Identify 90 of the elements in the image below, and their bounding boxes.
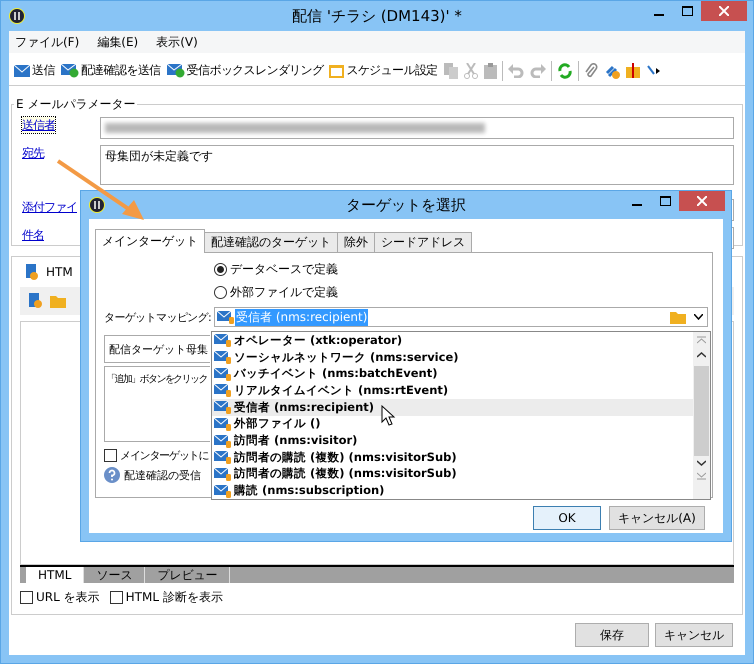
- cancel-button[interactable]: キャンセル: [655, 623, 733, 647]
- window-title: 配信 'チラシ (DM143)' *: [292, 6, 462, 26]
- selected-value: 受信者 (nms:recipient): [235, 308, 368, 326]
- toolbar-button[interactable]: 受信ボックスレンダリング: [166, 58, 324, 82]
- radio-label: データベースで定義: [230, 261, 338, 278]
- redo-icon: [530, 64, 546, 78]
- envelope-check-icon: [166, 64, 185, 78]
- maximize-icon: [660, 196, 670, 206]
- population-label: 配信ターゲット母集: [109, 342, 208, 356]
- mail-database-icon: [214, 366, 232, 381]
- editor-mode-tab[interactable]: HTML: [26, 567, 84, 583]
- scroll-bottom-icon[interactable]: [697, 472, 706, 480]
- field-value: 母集団が未定義です: [105, 148, 213, 165]
- radio-label: 外部ファイルで定義: [230, 284, 338, 301]
- field-label-link[interactable]: 件名: [22, 227, 44, 243]
- menu-item[interactable]: ファイル(F): [15, 34, 80, 50]
- mail-database-icon: [214, 400, 232, 414]
- field-label-link[interactable]: 送信者: [22, 117, 55, 133]
- toolbar-button[interactable]: 送信: [13, 58, 56, 82]
- chevron-down-icon: [694, 314, 703, 320]
- copy-icon: [444, 62, 458, 78]
- save-button[interactable]: 保存: [575, 623, 649, 647]
- dropdown-item[interactable]: 受信者 (nms:recipient): [212, 398, 693, 416]
- dialog-title: ターゲットを選択: [346, 196, 466, 214]
- more-icon: [646, 64, 660, 78]
- help-icon: [104, 467, 120, 483]
- minimize-icon: [632, 204, 642, 206]
- maximize-icon: [682, 6, 692, 16]
- editor-tab[interactable]: HTM: [46, 265, 73, 279]
- app-logo-icon: [89, 197, 105, 213]
- close-button[interactable]: [679, 191, 725, 211]
- checkbox-label: HTML 診断を表示: [126, 589, 223, 606]
- scrollbar[interactable]: [693, 332, 710, 499]
- close-icon: [697, 196, 707, 206]
- field-label-link[interactable]: 添付ファイ: [22, 199, 77, 215]
- undo-icon: [508, 64, 524, 78]
- clipboard-icon: [484, 62, 497, 78]
- scroll-top-icon[interactable]: [697, 336, 706, 344]
- mail-database-icon: [214, 416, 232, 431]
- calendar-icon: [329, 63, 344, 78]
- hint-text: 「追加」ボタンをクリック: [106, 374, 207, 385]
- html-page-icon: [24, 264, 38, 280]
- text-field[interactable]: 母集団が未定義です: [100, 145, 734, 185]
- dropdown-item[interactable]: 外部ファイル (): [212, 416, 693, 432]
- new-page-icon: [28, 293, 42, 309]
- checkbox[interactable]: [110, 591, 123, 604]
- checkbox[interactable]: [104, 449, 117, 462]
- minimize-icon: [654, 14, 664, 16]
- cancel-button[interactable]: キャンセル(A): [609, 506, 705, 530]
- mail-database-icon: [214, 434, 232, 448]
- menu-item[interactable]: 表示(V): [156, 34, 198, 50]
- radio-button[interactable]: [214, 263, 227, 276]
- field-label-link[interactable]: 宛先: [22, 145, 44, 161]
- editor-mode-tab[interactable]: プレビュー: [145, 567, 230, 583]
- toolbar-button[interactable]: 配達確認を送信: [60, 58, 162, 82]
- folder-icon: [50, 294, 66, 308]
- envelope-icon: [14, 64, 30, 76]
- scrollbar-thumb[interactable]: [694, 366, 709, 456]
- scroll-up-icon[interactable]: [697, 352, 706, 358]
- editor-mode-tab[interactable]: ソース: [84, 567, 146, 583]
- dialog-tab[interactable]: メインターゲット: [95, 229, 205, 253]
- dialog-tab[interactable]: 配達確認のターゲット: [204, 232, 338, 253]
- toolbar-button[interactable]: スケジュール設定: [328, 58, 439, 82]
- radio-button[interactable]: [214, 286, 227, 299]
- mail-database-icon: [217, 310, 235, 324]
- mail-database-icon: [214, 383, 232, 398]
- mail-database-icon: [214, 350, 232, 364]
- checkbox-label: URL を表示: [36, 589, 100, 606]
- checkbox-label: メインターゲットに: [120, 448, 208, 463]
- close-icon: [719, 6, 729, 16]
- ok-button[interactable]: OK: [533, 506, 601, 530]
- help-text: 配達確認の受信: [124, 468, 201, 482]
- checkbox[interactable]: [20, 591, 33, 604]
- scissors-icon: [464, 62, 478, 78]
- mail-database-icon: [214, 450, 232, 464]
- gift-icon: [626, 63, 640, 78]
- text-field[interactable]: [100, 117, 734, 139]
- target-mapping-label: ターゲットマッピング:: [104, 310, 212, 324]
- mail-database-icon: [214, 466, 232, 481]
- app-logo-icon: [9, 8, 25, 24]
- envelope-check-icon: [60, 64, 79, 78]
- scroll-down-icon[interactable]: [697, 460, 706, 466]
- dialog-tab[interactable]: 除外: [337, 232, 375, 253]
- refresh-icon: [556, 62, 573, 78]
- paperclip-icon: [584, 62, 598, 78]
- dialog-tab[interactable]: シードアドレス: [374, 232, 472, 253]
- mouse-cursor-icon: [382, 404, 396, 426]
- group-legend: E メールパラメーター: [14, 96, 138, 113]
- menu-item[interactable]: 編集(E): [97, 34, 138, 50]
- close-button[interactable]: [701, 1, 747, 21]
